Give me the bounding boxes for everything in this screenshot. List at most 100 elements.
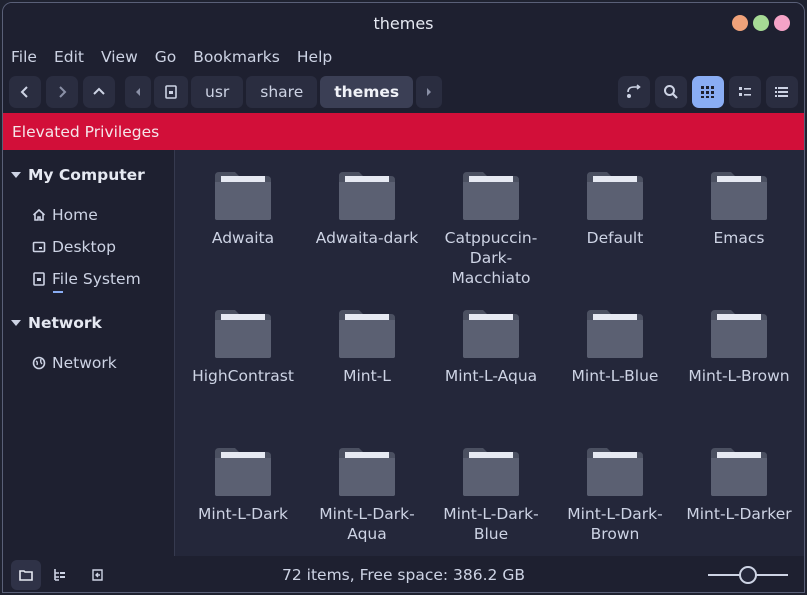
file-item-label: Mint-L-Dark [198, 505, 288, 523]
elevated-privileges-bar: Elevated Privileges [3, 113, 804, 150]
folder-icon [337, 170, 397, 222]
back-button[interactable] [9, 76, 41, 108]
up-button[interactable] [83, 76, 115, 108]
menu-bar: File Edit View Go Bookmarks Help [3, 43, 804, 71]
folder-icon [585, 446, 645, 498]
status-bar: 72 items, Free space: 386.2 GB [3, 556, 804, 592]
file-item[interactable]: Mint-L-Blue [553, 308, 677, 446]
folder-icon [461, 446, 521, 498]
file-item[interactable]: Mint-L [305, 308, 429, 446]
file-item[interactable]: Mint-L-Dark-Blue [429, 446, 553, 556]
file-item[interactable]: Mint-L-Dark [181, 446, 305, 556]
sidebar-item-label: Desktop [52, 238, 116, 256]
search-icon [664, 85, 678, 99]
compact-view-icon [775, 87, 788, 97]
breadcrumb-usr[interactable]: usr [191, 76, 244, 108]
toolbar: usr share themes [3, 71, 804, 113]
icon-view-button[interactable] [692, 76, 724, 108]
menu-bookmarks[interactable]: Bookmarks [193, 48, 280, 66]
caret-left-icon [136, 88, 140, 96]
file-item-label: Mint-L-Darker [686, 505, 792, 523]
breadcrumb-root[interactable] [154, 76, 188, 108]
file-item[interactable]: Mint-L-Dark-Brown [553, 446, 677, 556]
breadcrumb-themes[interactable]: themes [320, 76, 414, 108]
compact-view-button[interactable] [766, 76, 798, 108]
file-item-label: HighContrast [192, 367, 294, 385]
elevated-privileges-label: Elevated Privileges [12, 122, 160, 141]
toggle-location-button[interactable] [618, 76, 650, 108]
list-view-button[interactable] [729, 76, 761, 108]
forward-button[interactable] [46, 76, 78, 108]
file-item[interactable]: Catppuccin-Dark-Macchiato [429, 170, 553, 308]
status-text: 72 items, Free space: 386.2 GB [282, 566, 525, 584]
sidebar-item-file-system[interactable]: File System [3, 267, 174, 291]
expander-icon [11, 320, 21, 326]
chevron-left-icon [20, 86, 28, 98]
window-title: themes [373, 13, 434, 33]
title-bar[interactable]: themes [3, 3, 804, 43]
file-item-label: Mint-L [343, 367, 391, 385]
drive-icon [165, 85, 177, 99]
sidebar-item-label: Network [52, 354, 117, 372]
folder-icon [213, 308, 273, 360]
grid-view-icon [701, 86, 714, 98]
sidebar-section-my-computer[interactable]: My Computer [3, 163, 174, 187]
file-item[interactable]: HighContrast [181, 308, 305, 446]
sidebar-item-label: File System [52, 270, 141, 288]
file-item[interactable]: Mint-L-Darker [677, 446, 801, 556]
breadcrumb-scroll-right[interactable] [416, 76, 443, 108]
desktop-icon [32, 240, 46, 254]
sidebar-section-network[interactable]: Network [3, 311, 174, 335]
file-item[interactable]: Mint-L-Dark-Aqua [305, 446, 429, 556]
folder-icon [585, 170, 645, 222]
file-item[interactable]: Emacs [677, 170, 801, 308]
sidebar-item-desktop[interactable]: Desktop [3, 235, 174, 259]
search-button[interactable] [655, 76, 687, 108]
file-manager-window: themes File Edit View Go Bookmarks Help [2, 2, 805, 593]
sidebar-item-home[interactable]: Home [3, 203, 174, 227]
file-item[interactable]: Mint-L-Aqua [429, 308, 553, 446]
file-item-label: Catppuccin-Dark-Macchiato [444, 229, 538, 287]
list-view-icon [739, 87, 751, 96]
file-view[interactable]: Adwaita Adwaita-dark Catppuccin-Dark-Macch… [176, 150, 804, 556]
folder-icon [709, 308, 769, 360]
folder-icon [461, 308, 521, 360]
file-item-label: Mint-L-Blue [571, 367, 659, 385]
network-icon [32, 356, 46, 370]
folder-icon [337, 446, 397, 498]
breadcrumb-share[interactable]: share [246, 76, 318, 108]
menu-file[interactable]: File [11, 48, 37, 66]
menu-edit[interactable]: Edit [54, 48, 84, 66]
file-item[interactable]: Mint-L-Brown [677, 308, 801, 446]
sidebar-item-network[interactable]: Network [3, 351, 174, 375]
chevron-right-icon [59, 86, 67, 98]
zoom-slider-handle[interactable] [739, 566, 757, 584]
file-item-label: Adwaita [211, 229, 275, 247]
folder-icon [213, 170, 273, 222]
menu-view[interactable]: View [101, 48, 138, 66]
file-item-label: Default [586, 229, 644, 247]
sidebar: My Computer Home Desktop File System Net… [3, 150, 175, 556]
menu-go[interactable]: Go [155, 48, 177, 66]
home-icon [32, 208, 46, 222]
minimize-button[interactable] [732, 15, 748, 31]
folder-icon [461, 170, 521, 222]
folder-icon [585, 308, 645, 360]
menu-help[interactable]: Help [297, 48, 332, 66]
chevron-up-icon [93, 87, 105, 95]
breadcrumb-scroll-left[interactable] [125, 76, 151, 108]
sidebar-section-label: My Computer [28, 166, 145, 184]
close-button[interactable] [774, 15, 790, 31]
location-toggle-icon [627, 84, 641, 98]
file-item[interactable]: Adwaita-dark [305, 170, 429, 308]
folder-icon [213, 446, 273, 498]
file-item[interactable]: Adwaita [181, 170, 305, 308]
file-item[interactable]: Default [553, 170, 677, 308]
maximize-button[interactable] [753, 15, 769, 31]
drive-icon [32, 272, 46, 286]
zoom-slider[interactable] [708, 565, 788, 585]
file-item-label: Mint-L-Brown [688, 367, 790, 385]
folder-icon [337, 308, 397, 360]
folder-icon [709, 170, 769, 222]
sidebar-item-label: Home [52, 206, 98, 224]
